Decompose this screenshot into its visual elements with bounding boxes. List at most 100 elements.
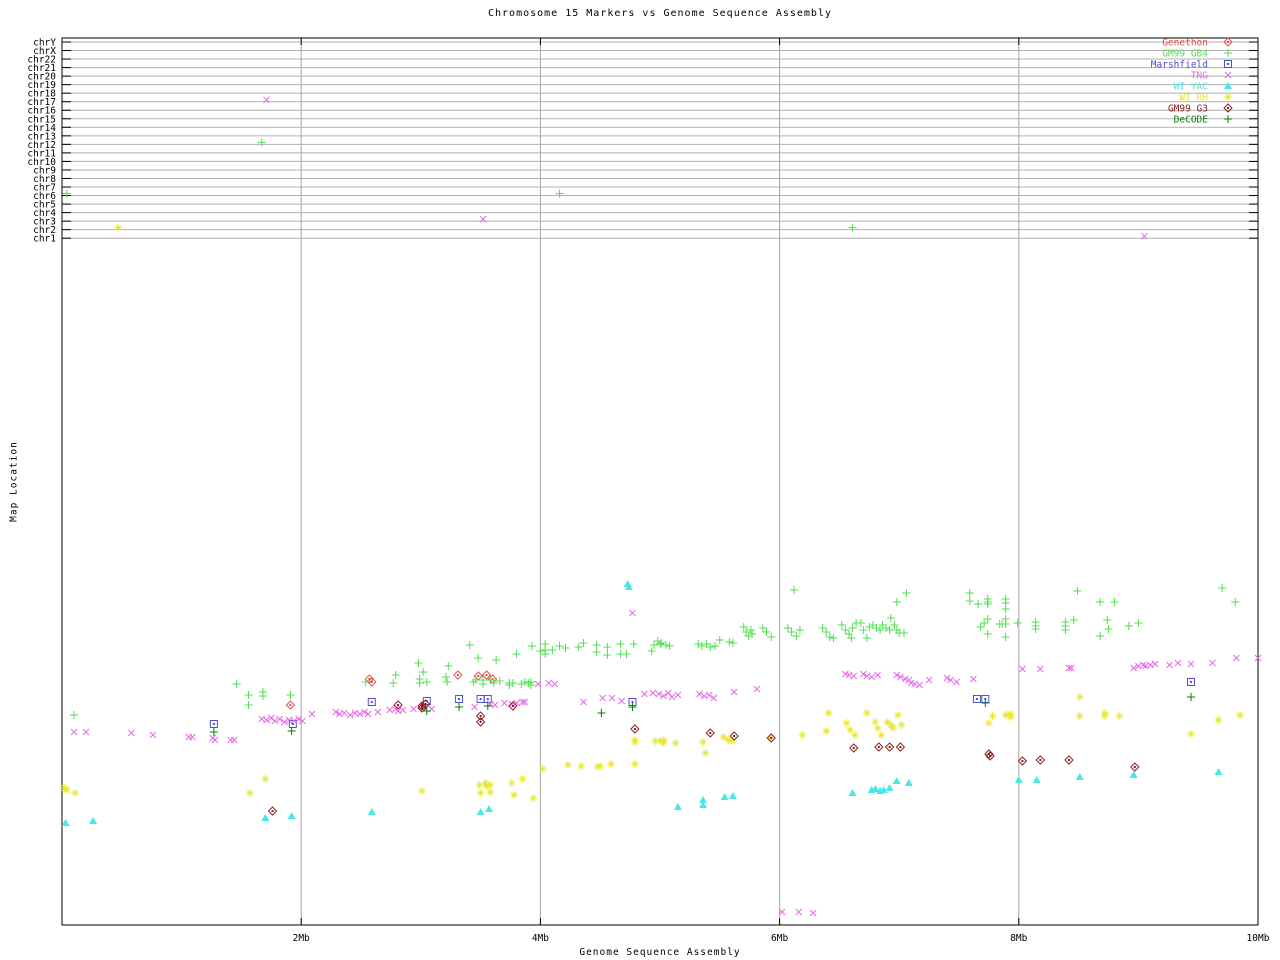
marker-dot bbox=[397, 704, 400, 706]
marker bbox=[114, 223, 123, 232]
marker bbox=[787, 628, 796, 636]
legend-label-wi-rh: WI RH bbox=[1179, 93, 1208, 104]
marker bbox=[980, 619, 989, 627]
marker-dot bbox=[770, 737, 773, 739]
marker bbox=[518, 775, 527, 783]
marker bbox=[862, 634, 871, 642]
marker-dot bbox=[631, 701, 634, 703]
marker bbox=[1073, 587, 1082, 595]
marker bbox=[443, 678, 452, 686]
marker bbox=[622, 650, 631, 658]
marker bbox=[868, 673, 876, 681]
marker bbox=[89, 817, 98, 824]
marker bbox=[1104, 625, 1113, 633]
marker bbox=[701, 749, 710, 757]
marker bbox=[1224, 93, 1232, 101]
marker bbox=[711, 642, 720, 650]
marker bbox=[71, 789, 80, 797]
marker bbox=[892, 598, 901, 606]
legend-label-gm99-gb4: GM99 GB4 bbox=[1162, 49, 1208, 60]
x-tick-label-2Mb: 2Mb bbox=[293, 933, 310, 944]
marker bbox=[1115, 712, 1124, 720]
marker bbox=[728, 792, 737, 799]
marker bbox=[592, 641, 601, 649]
marker-dot bbox=[877, 746, 880, 748]
marker bbox=[762, 628, 771, 636]
marker bbox=[1069, 616, 1078, 624]
marker bbox=[1187, 693, 1196, 701]
marker bbox=[1001, 605, 1010, 613]
marker bbox=[897, 721, 906, 729]
marker bbox=[1036, 665, 1044, 673]
marker bbox=[287, 812, 296, 819]
marker bbox=[720, 793, 729, 800]
marker-dot bbox=[420, 707, 423, 709]
series-genethon bbox=[285, 670, 498, 710]
marker bbox=[673, 803, 682, 810]
marker bbox=[630, 760, 639, 768]
marker bbox=[641, 690, 648, 698]
marker-dot bbox=[479, 715, 482, 717]
marker bbox=[471, 703, 478, 711]
legend-symbol-marshfield-icon bbox=[1224, 60, 1232, 68]
marker bbox=[984, 719, 993, 727]
marker bbox=[1032, 776, 1041, 783]
marker bbox=[189, 733, 196, 741]
marker bbox=[561, 644, 570, 652]
marker bbox=[1096, 632, 1105, 640]
marker bbox=[592, 648, 601, 656]
marker bbox=[983, 600, 992, 608]
marker bbox=[974, 600, 983, 608]
marker bbox=[965, 597, 974, 605]
marker bbox=[892, 777, 901, 784]
marker bbox=[386, 706, 394, 714]
series-wi-rh bbox=[60, 693, 1245, 802]
marker bbox=[697, 642, 706, 650]
marker bbox=[824, 709, 833, 717]
marker-dot bbox=[456, 674, 459, 676]
marker bbox=[455, 703, 464, 711]
marker bbox=[491, 701, 499, 709]
marker bbox=[441, 673, 450, 681]
marker bbox=[244, 701, 253, 709]
marker bbox=[629, 609, 636, 617]
marker bbox=[486, 781, 495, 789]
marker bbox=[62, 189, 71, 198]
marker-dot bbox=[479, 721, 482, 723]
marker bbox=[856, 619, 865, 627]
marker bbox=[671, 739, 680, 747]
legend-label-tng: TNG bbox=[1191, 71, 1208, 82]
marker bbox=[1013, 619, 1022, 627]
marker bbox=[261, 814, 270, 821]
marker-dot bbox=[370, 681, 373, 683]
marker bbox=[1214, 716, 1223, 724]
marker bbox=[486, 788, 495, 796]
marker bbox=[417, 787, 426, 795]
marker-dot bbox=[899, 746, 902, 748]
marker bbox=[795, 626, 804, 634]
marker bbox=[528, 642, 537, 650]
plot-border bbox=[61, 37, 1259, 926]
marker bbox=[618, 697, 626, 705]
marker bbox=[261, 775, 270, 783]
marker-dot bbox=[486, 698, 489, 700]
marker bbox=[517, 680, 526, 688]
marker-dot bbox=[479, 698, 482, 700]
marker-dot bbox=[1190, 681, 1193, 683]
marker-dot bbox=[1227, 107, 1229, 109]
marker bbox=[848, 223, 857, 232]
marker-dot bbox=[477, 675, 480, 677]
marker bbox=[837, 621, 846, 629]
marker-dot bbox=[511, 705, 514, 707]
marker bbox=[367, 808, 376, 815]
legend-label-marshfield: Marshfield bbox=[1151, 60, 1208, 71]
marker bbox=[1174, 659, 1182, 667]
x-tick-label-6Mb: 6Mb bbox=[771, 933, 788, 944]
marker bbox=[877, 731, 886, 739]
marker bbox=[981, 699, 990, 707]
marker bbox=[630, 738, 639, 746]
marker-dot bbox=[1068, 759, 1071, 761]
marker-dot bbox=[289, 704, 292, 706]
legend-label-gm99-g3: GM99 G3 bbox=[1168, 104, 1208, 115]
marker bbox=[848, 624, 857, 632]
